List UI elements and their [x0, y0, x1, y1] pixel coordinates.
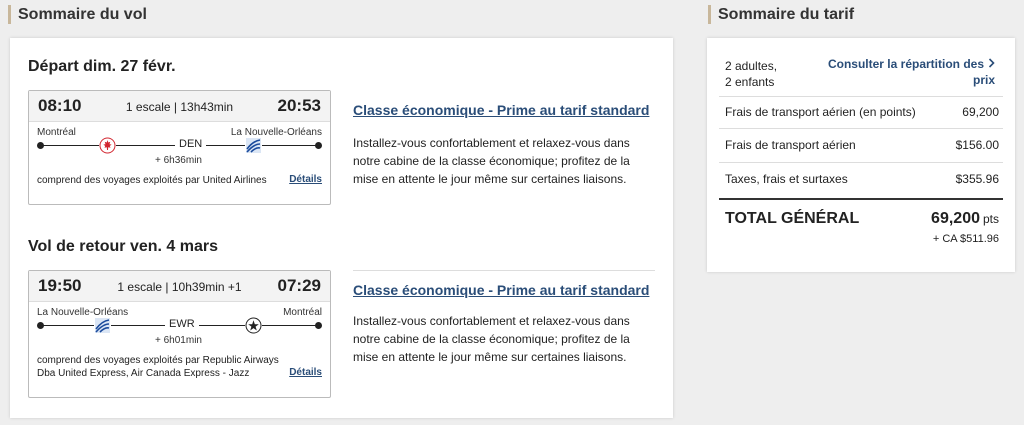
outbound-origin-city: Montréal: [37, 127, 76, 138]
fare-summary-panel: 2 adultes, 2 enfants Consulter la répart…: [707, 38, 1015, 272]
fare-divider: [719, 162, 1003, 163]
breakdown-line2: prix: [972, 73, 995, 87]
fare-row-label: Frais de transport aérien: [725, 138, 856, 152]
outbound-flight-card: 08:10 1 escale | 13h43min 20:53 Montréal…: [28, 90, 331, 205]
return-stop-code: EWR: [165, 318, 199, 330]
flight-summary-title: Sommaire du vol: [8, 4, 147, 26]
return-flight-card: 19:50 1 escale | 10h39min +1 07:29 La No…: [28, 270, 331, 398]
outbound-times-header: 08:10 1 escale | 13h43min 20:53: [29, 91, 330, 122]
fare-row-value: 69,200: [962, 105, 999, 119]
outbound-route: Montréal La Nouvelle-Orléans DEN + 6h36m…: [29, 122, 330, 172]
united-airlines-globe-icon: [94, 317, 111, 334]
chevron-right-icon: [988, 56, 995, 72]
flight-summary-panel: Départ dim. 27 févr. 08:10 1 escale | 13…: [10, 38, 673, 418]
return-layover: + 6h01min: [155, 335, 202, 346]
outbound-heading: Départ dim. 27 févr.: [28, 58, 176, 75]
return-arrival-time: 07:29: [277, 276, 321, 295]
fare-row-value: $355.96: [955, 172, 999, 186]
fare-row-points: Frais de transport aérien (en points) 69…: [725, 105, 999, 119]
return-operator-line1: comprend des voyages exploités par Repub…: [37, 355, 279, 366]
outbound-arrival-time: 20:53: [277, 96, 321, 115]
fare-summary-title: Sommaire du tarif: [708, 4, 854, 26]
total-points-value: 69,200: [931, 210, 980, 227]
total-points-unit: pts: [982, 212, 999, 226]
return-cabin-description: Installez-vous confortablement et relaxe…: [353, 314, 630, 364]
fare-divider: [719, 96, 1003, 97]
grand-total-cash: + CA $511.96: [932, 233, 999, 245]
outbound-cabin-link[interactable]: Classe économique - Prime au tarif stand…: [353, 102, 649, 118]
price-breakdown-link[interactable]: Consulter la répartition des prix: [825, 56, 995, 88]
return-details-link[interactable]: Détails: [289, 366, 322, 379]
return-divider: [353, 270, 655, 271]
air-canada-maple-leaf-icon: [99, 137, 116, 154]
passengers-children: 2 enfants: [725, 75, 775, 89]
return-origin-dot: [37, 322, 44, 329]
fare-row-air-transport: Frais de transport aérien $156.00: [725, 138, 999, 152]
return-times-header: 19:50 1 escale | 10h39min +1 07:29: [29, 271, 330, 302]
return-destination-city: Montréal: [283, 307, 322, 318]
fare-row-taxes: Taxes, frais et surtaxes $355.96: [725, 172, 999, 186]
outbound-operator-text: comprend des voyages exploités par Unite…: [37, 175, 267, 186]
return-operated-by: comprend des voyages exploités par Repub…: [29, 352, 330, 386]
total-divider: [719, 198, 1003, 200]
return-cabin-link[interactable]: Classe économique - Prime au tarif stand…: [353, 282, 649, 298]
return-route: La Nouvelle-Orléans Montréal EWR + 6h01m…: [29, 302, 330, 352]
fare-row-value: $156.00: [955, 138, 999, 152]
return-operator-line2: Dba United Express, Air Canada Express -…: [37, 368, 250, 379]
outbound-origin-dot: [37, 142, 44, 149]
grand-total-points: 69,200 pts: [931, 210, 999, 228]
return-origin-city: La Nouvelle-Orléans: [37, 307, 129, 318]
passenger-count: 2 adultes, 2 enfants: [725, 58, 777, 90]
outbound-details-link[interactable]: Détails: [289, 173, 322, 186]
fare-row-label: Taxes, frais et surtaxes: [725, 172, 848, 186]
outbound-operated-by: comprend des voyages exploités par Unite…: [29, 172, 330, 193]
outbound-stop-code: DEN: [175, 138, 207, 150]
outbound-destination-dot: [315, 142, 322, 149]
fare-row-label: Frais de transport aérien (en points): [725, 105, 916, 119]
grand-total-label: TOTAL GÉNÉRAL: [725, 210, 860, 227]
outbound-cabin-description: Installez-vous confortablement et relaxe…: [353, 136, 630, 186]
fare-divider: [719, 128, 1003, 129]
passengers-adults: 2 adultes,: [725, 59, 778, 73]
return-destination-dot: [315, 322, 322, 329]
star-alliance-icon: [245, 317, 262, 334]
breakdown-line1: Consulter la répartition des: [827, 57, 984, 71]
united-airlines-globe-icon: [245, 137, 262, 154]
return-heading: Vol de retour ven. 4 mars: [28, 238, 218, 255]
outbound-layover: + 6h36min: [155, 155, 202, 166]
